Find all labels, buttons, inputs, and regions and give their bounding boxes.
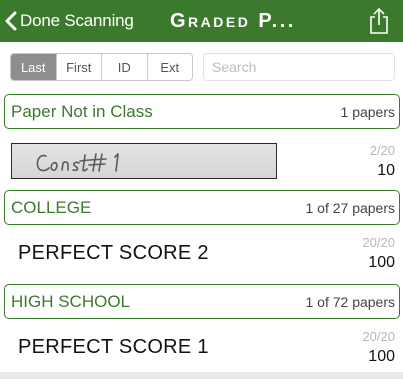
handwriting-scribble <box>36 153 119 172</box>
nav-bar: Done Scanning Graded P... <box>0 0 403 42</box>
list-footer-divider <box>0 372 403 379</box>
section-header-college[interactable]: COLLEGE 1 of 27 papers <box>4 190 400 225</box>
done-scanning-button[interactable]: Done Scanning <box>4 0 134 42</box>
segment-id[interactable]: ID <box>102 54 148 80</box>
share-button[interactable] <box>366 7 392 35</box>
list-item[interactable]: 2/20 10 <box>0 140 403 186</box>
section-name: COLLEGE <box>11 197 92 217</box>
section-count: 1 of 72 papers <box>305 293 395 310</box>
chevron-left-icon <box>5 11 17 31</box>
percent-score: 100 <box>368 254 395 271</box>
student-name: PERFECT SCORE 2 <box>18 242 209 264</box>
section-name: Paper Not in Class <box>11 101 153 121</box>
raw-score: 20/20 <box>362 329 395 344</box>
list-item[interactable]: PERFECT SCORE 2 20/20 100 <box>0 232 403 278</box>
raw-score: 20/20 <box>362 235 395 250</box>
share-icon <box>370 7 388 34</box>
sort-segmented-control: Last First ID Ext <box>10 53 193 81</box>
back-button-label: Done Scanning <box>20 11 134 30</box>
section-header-high-school[interactable]: HIGH SCHOOL 1 of 72 papers <box>4 284 400 319</box>
student-name: PERFECT SCORE 1 <box>18 336 209 358</box>
segment-last[interactable]: Last <box>11 54 57 80</box>
section-count: 1 papers <box>340 103 395 120</box>
percent-score: 100 <box>368 348 395 365</box>
list-item[interactable]: PERFECT SCORE 1 20/20 100 <box>0 326 403 372</box>
raw-score: 2/20 <box>369 143 395 158</box>
percent-score: 10 <box>377 162 395 179</box>
section-name: HIGH SCHOOL <box>11 291 131 311</box>
segment-first[interactable]: First <box>56 54 102 80</box>
handwritten-name-image <box>11 143 277 179</box>
section-count: 1 of 27 papers <box>305 199 395 216</box>
filter-bar: Last First ID Ext <box>0 42 403 92</box>
section-header-paper-not-in-class[interactable]: Paper Not in Class 1 papers <box>4 94 400 129</box>
segment-ext[interactable]: Ext <box>147 54 192 80</box>
search-input[interactable] <box>203 53 395 81</box>
page-title: Graded P... <box>170 9 296 32</box>
graded-papers-screen: Done Scanning Graded P... Last First ID … <box>0 0 403 379</box>
